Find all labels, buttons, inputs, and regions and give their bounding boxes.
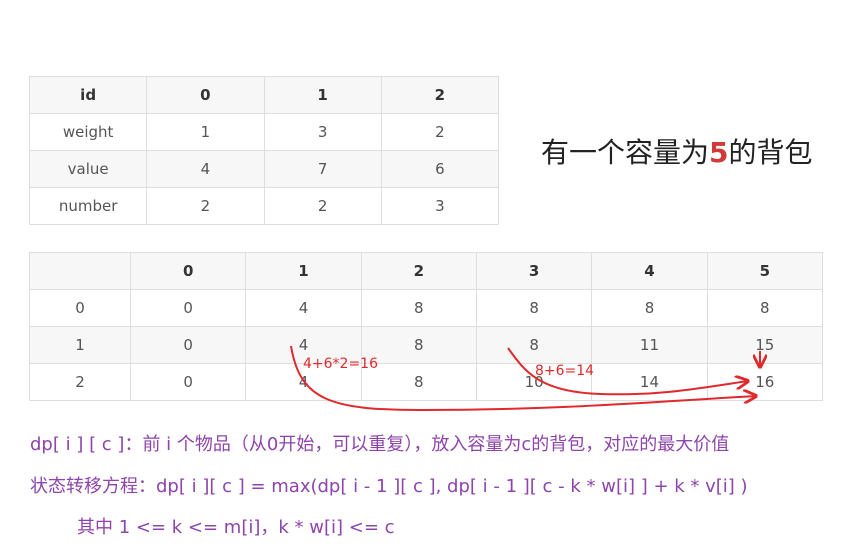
dp-cell: 8 (706, 289, 824, 327)
dp-cell: 8 (475, 289, 593, 327)
dp-header-cell (29, 252, 131, 290)
items-header-cell: 0 (146, 76, 265, 114)
dp-definition: dp[ i ] [ c ]：前 i 个物品（从0开始，可以重复），放入容量为c的… (30, 434, 730, 455)
dp-cell: 4 (245, 289, 362, 327)
items-row-value: value 4 7 6 (28, 150, 500, 188)
dp-header-cell: 3 (475, 252, 593, 290)
items-row-number: number 2 2 3 (28, 187, 500, 225)
items-table: id 0 1 2 weight 1 3 2 value 4 7 6 number… (28, 76, 500, 225)
dp-table: 0 1 2 3 4 5 0 0 4 8 8 8 8 1 0 4 8 8 11 1… (29, 252, 824, 401)
dp-cell: 8 (360, 363, 477, 401)
items-cell: 2 (263, 187, 382, 225)
dp-cell: 8 (591, 289, 708, 327)
dp-cell: 8 (360, 289, 477, 327)
dp-cell: 1 (29, 326, 131, 364)
items-header-cell: 2 (380, 76, 500, 114)
dp-cell: 0 (129, 289, 247, 327)
dp-cell: 14 (591, 363, 708, 401)
dp-header-cell: 0 (129, 252, 247, 290)
calc-label: 8+6=14 (535, 363, 595, 379)
items-cell: 3 (380, 187, 500, 225)
dp-header-cell: 1 (245, 252, 362, 290)
dp-header-cell: 4 (591, 252, 708, 290)
transition-equation: 状态转移方程：dp[ i ][ c ] = max(dp[ i - 1 ][ c… (30, 476, 748, 497)
items-row-weight: weight 1 3 2 (28, 113, 500, 151)
dp-cell: 8 (360, 326, 477, 364)
items-cell: value (28, 150, 148, 188)
capacity-suffix: 的背包 (728, 136, 813, 169)
items-cell: 1 (146, 113, 265, 151)
dp-header-cell: 5 (706, 252, 824, 290)
dp-cell: 0 (29, 289, 131, 327)
dp-cell: 0 (129, 363, 247, 401)
items-cell: number (28, 187, 148, 225)
dp-row-1: 1 0 4 8 8 11 15 (29, 326, 824, 364)
dp-cell: 11 (591, 326, 708, 364)
items-header-cell: 1 (263, 76, 382, 114)
items-cell: 2 (380, 113, 500, 151)
capacity-value: 5 (709, 136, 729, 169)
dp-cell: 0 (129, 326, 247, 364)
dp-header-cell: 2 (360, 252, 477, 290)
dp-header-row: 0 1 2 3 4 5 (29, 252, 824, 290)
dp-cell: 15 (706, 326, 824, 364)
dp-row-2: 2 0 4 8 10 14 16 (29, 363, 824, 401)
capacity-note: 有一个容量为5的背包 (541, 131, 813, 171)
dp-cell: 2 (29, 363, 131, 401)
dp-cell: 16 (706, 363, 824, 401)
items-header-row: id 0 1 2 (28, 76, 500, 114)
calc-label: 4+6*2=16 (303, 356, 378, 372)
capacity-prefix: 有一个容量为 (541, 136, 710, 169)
items-header-cell: id (28, 76, 148, 114)
dp-row-0: 0 0 4 8 8 8 8 (29, 289, 824, 327)
items-cell: 6 (380, 150, 500, 188)
items-cell: 4 (146, 150, 265, 188)
items-cell: 7 (263, 150, 382, 188)
dp-cell: 8 (475, 326, 593, 364)
items-cell: weight (28, 113, 148, 151)
k-condition: 其中 1 <= k <= m[i]，k * w[i] <= c (77, 517, 395, 538)
items-cell: 3 (263, 113, 382, 151)
items-cell: 2 (146, 187, 265, 225)
